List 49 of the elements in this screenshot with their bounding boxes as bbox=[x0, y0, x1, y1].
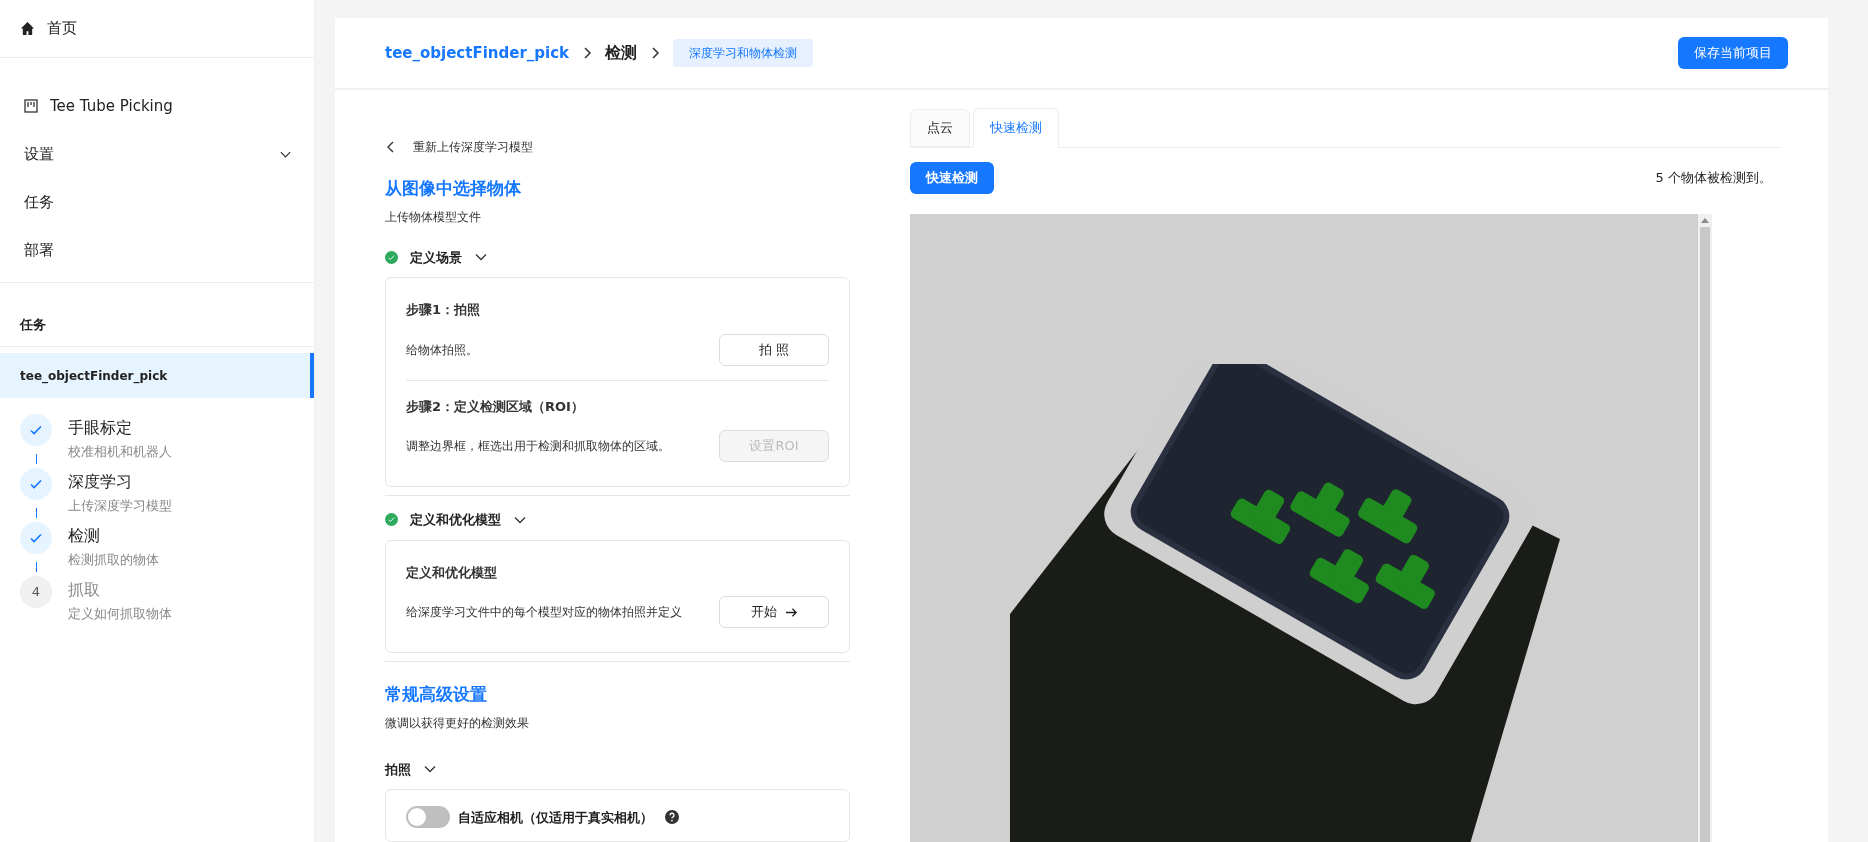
group-title[interactable]: 拍照 bbox=[385, 759, 411, 779]
step-indicator: 4 bbox=[20, 576, 52, 608]
point-cloud-view[interactable] bbox=[910, 214, 1698, 842]
nav-item[interactable]: 任务 bbox=[0, 178, 314, 226]
step-title: 手眼标定 bbox=[68, 417, 133, 439]
action-button[interactable]: 拍 照 bbox=[719, 333, 829, 366]
save-button[interactable]: 保存当前项目 bbox=[1678, 37, 1788, 69]
chevron-right-icon bbox=[581, 47, 594, 59]
step-subtitle: 检测抓取的物体 bbox=[68, 551, 159, 569]
home-icon bbox=[20, 21, 35, 36]
tab[interactable]: 点云 bbox=[910, 109, 970, 147]
board-icon bbox=[24, 99, 38, 113]
nav-item[interactable]: 设置 bbox=[0, 130, 314, 178]
chevron-right-icon bbox=[649, 47, 662, 59]
section-heading: 常规高级设置 bbox=[385, 683, 488, 706]
section-subtitle: 微调以获得更好的检测效果 bbox=[385, 714, 530, 732]
step-heading: 步骤1：拍照 bbox=[406, 301, 482, 319]
breadcrumb-link[interactable]: tee_objectFinder_pick bbox=[385, 41, 570, 65]
toggle-label: 自适应相机（仅适用于真实相机） bbox=[458, 809, 653, 827]
section-title[interactable]: 定义和优化模型 bbox=[410, 510, 501, 530]
step-description: 给物体拍照。 bbox=[406, 341, 478, 359]
project-link[interactable]: Tee Tube Picking bbox=[50, 94, 173, 118]
nav-item[interactable]: 部署 bbox=[0, 226, 314, 274]
step-heading: 步骤2：定义检测区域（ROI） bbox=[406, 397, 585, 416]
detection-result: 5 个物体被检测到。 bbox=[1655, 169, 1772, 188]
quick-detect-button[interactable]: 快速检测 bbox=[910, 162, 994, 194]
breadcrumb-tag: 深度学习和物体检测 bbox=[673, 39, 814, 67]
step-heading: 定义和优化模型 bbox=[406, 563, 498, 582]
back-link[interactable]: 重新上传深度学习模型 bbox=[413, 138, 533, 156]
step-subtitle: 上传深度学习模型 bbox=[68, 497, 172, 515]
action-button[interactable]: 开始 bbox=[719, 596, 829, 628]
page-title: 从图像中选择物体 bbox=[385, 177, 522, 200]
step-title: 深度学习 bbox=[68, 471, 133, 493]
home-link[interactable]: 首页 bbox=[47, 17, 77, 40]
breadcrumb-current: 检测 bbox=[605, 42, 638, 64]
section-title[interactable]: 定义场景 bbox=[410, 247, 462, 267]
task-item[interactable]: tee_objectFinder_pick bbox=[0, 353, 314, 398]
step-subtitle: 定义如何抓取物体 bbox=[68, 605, 172, 623]
page-subtitle: 上传物体模型文件 bbox=[385, 208, 482, 226]
section-heading: 任务 bbox=[20, 315, 46, 334]
step-title: 抓取 bbox=[68, 579, 101, 601]
help-icon bbox=[665, 810, 679, 824]
scrollbar[interactable] bbox=[1698, 214, 1712, 842]
step-description: 给深度学习文件中的每个模型对应的物体拍照并定义 bbox=[406, 604, 682, 621]
step-description: 调整边界框，框选出用于检测和抓取物体的区域。 bbox=[406, 438, 670, 455]
step-subtitle: 校准相机和机器人 bbox=[68, 443, 172, 461]
toggle-switch[interactable] bbox=[406, 806, 450, 828]
step-title: 检测 bbox=[68, 525, 101, 547]
tab[interactable]: 快速检测 bbox=[973, 108, 1059, 148]
